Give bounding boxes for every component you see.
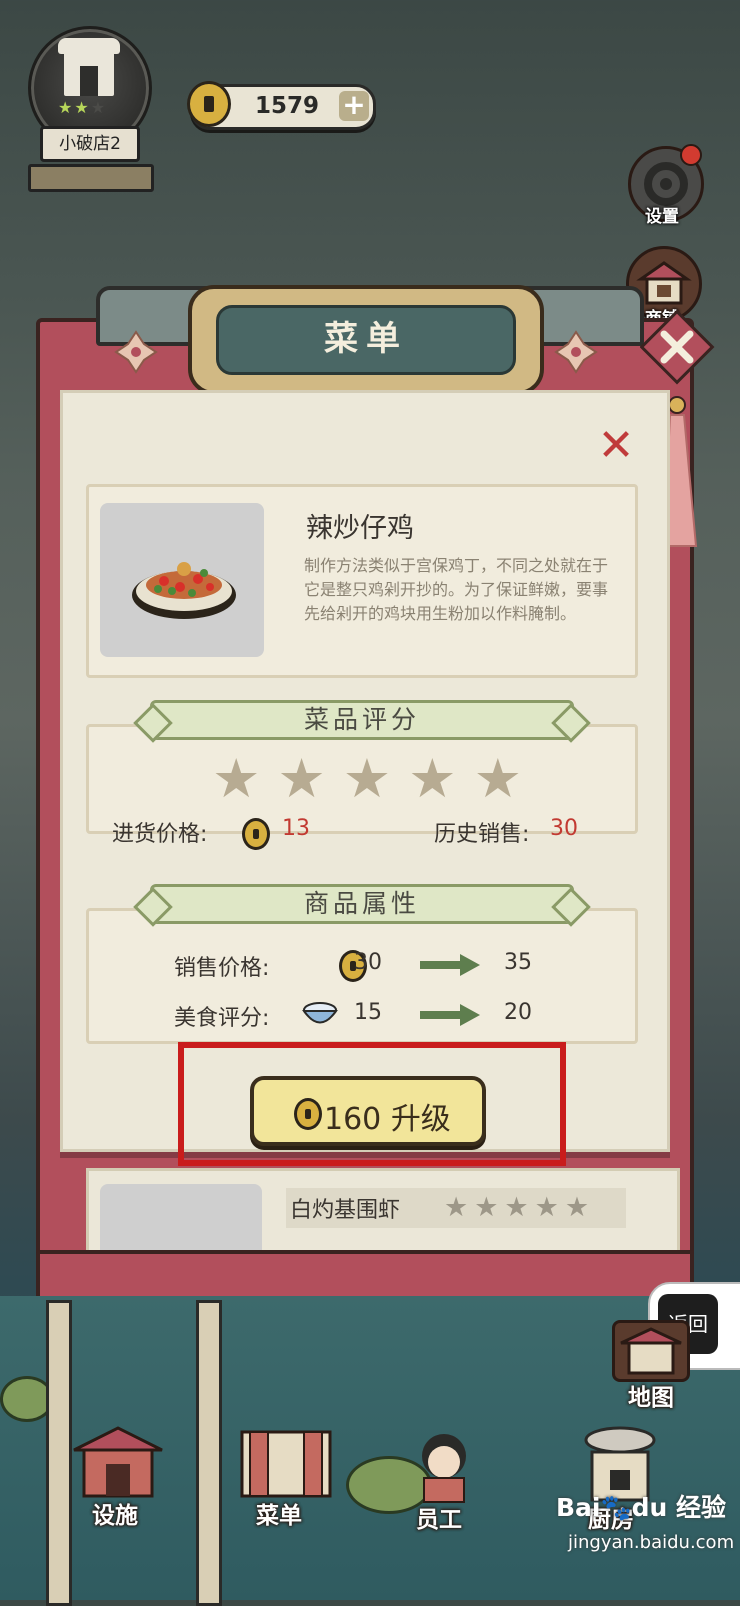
arrow-right-icon <box>420 954 480 976</box>
spicy-chicken-plate-icon <box>132 562 236 619</box>
rice-bowl-icon <box>302 1002 338 1024</box>
star-icon: ★ <box>408 747 457 810</box>
board-leg <box>196 1300 222 1606</box>
pavilion-icon <box>73 1426 163 1498</box>
dish-name: 辣炒仔鸡 <box>306 513 414 544</box>
shop-name: 小破店2 <box>40 126 140 162</box>
settings-notification-dot <box>680 144 702 166</box>
baidu-watermark: Bai🐾du 经验 <box>556 1493 727 1522</box>
nav-staff-button[interactable] <box>404 1424 484 1504</box>
nav-facilities-button[interactable] <box>70 1424 166 1502</box>
star-icon: ★ <box>212 747 261 810</box>
coin-icon <box>242 818 270 850</box>
shop-house-icon <box>58 38 120 96</box>
map-button[interactable] <box>612 1320 690 1382</box>
food-score-label: 美食评分: <box>174 1006 270 1031</box>
star-icon: ★ <box>277 747 326 810</box>
food-score-next: 20 <box>504 1000 532 1025</box>
highlight-box <box>178 1042 566 1166</box>
nav-facilities-label: 设施 <box>92 1503 138 1529</box>
sale-price-current: 30 <box>354 950 382 975</box>
baidu-watermark-url: jingyan.baidu.com <box>568 1532 735 1553</box>
close-icon[interactable]: ✕ <box>596 424 636 468</box>
nav-staff-label: 员工 <box>416 1507 462 1533</box>
flower-ornament-icon <box>554 330 598 374</box>
title-plaque: 菜单 <box>188 285 544 395</box>
map-label: 地图 <box>628 1385 674 1411</box>
sale-price-label: 销售价格: <box>174 956 270 981</box>
dish-image <box>100 503 264 657</box>
board-base <box>36 1250 694 1302</box>
shop-progress-bar <box>28 164 154 192</box>
star-icon: ★ <box>473 747 522 810</box>
scroll-menu-icon <box>240 1430 332 1498</box>
food-score-current: 15 <box>354 1000 382 1025</box>
dish-stars: ★ ★ ★ ★ ★ <box>212 752 522 806</box>
staff-portrait-icon <box>422 1434 466 1503</box>
dish-description: 制作方法类似于宫保鸡丁，不同之处就在于它是整只鸡剁开抄的。为了保证鲜嫩，要事先给… <box>304 556 609 623</box>
flower-ornament-icon <box>114 330 158 374</box>
attributes-section-header: 商品属性 <box>150 884 574 924</box>
settings-label: 设置 <box>645 207 679 227</box>
cost-label: 进货价格: <box>112 822 208 847</box>
coin-counter: 1579 + <box>187 81 376 130</box>
rating-section-header: 菜品评分 <box>150 700 574 740</box>
shop-stars: ★★★ <box>58 98 108 117</box>
next-dish-name: 白灼基围虾 <box>290 1198 401 1223</box>
coin-icon <box>187 81 231 127</box>
sales-label: 历史销售: <box>434 822 530 847</box>
panel-title: 菜单 <box>216 305 516 375</box>
star-icon: ★ <box>342 747 392 810</box>
map-building-icon <box>620 1327 682 1375</box>
coin-value: 1579 <box>255 93 320 119</box>
sale-price-next: 35 <box>504 950 532 975</box>
board-leg <box>46 1300 72 1606</box>
nav-menu-label: 菜单 <box>256 1503 302 1529</box>
cost-value: 13 <box>282 816 310 841</box>
sales-value: 30 <box>550 816 578 841</box>
arrow-right-icon <box>420 1004 480 1026</box>
nav-menu-button[interactable] <box>236 1426 336 1502</box>
add-coins-button[interactable]: + <box>339 91 369 121</box>
next-dish-stars: ★★★★★ <box>444 1192 596 1223</box>
